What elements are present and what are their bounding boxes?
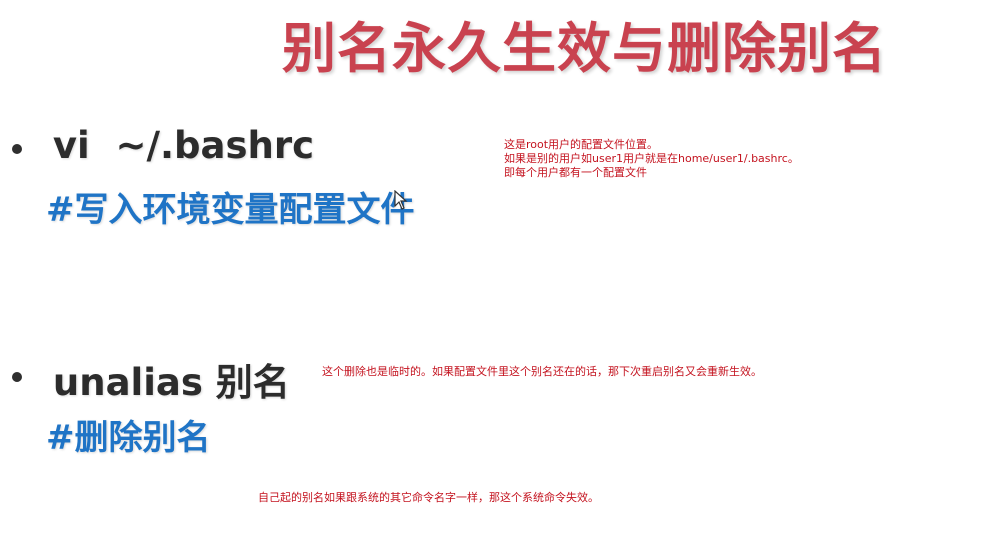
note-root-config-location: 这是root用户的配置文件位置。 bbox=[504, 138, 659, 151]
bullet-1 bbox=[12, 144, 22, 154]
comment-write-env-config: #写入环境变量配置文件 bbox=[46, 190, 415, 230]
note-unalias-temporary: 这个删除也是临时的。如果配置文件里这个别名还在的话，那下次重启别名又会重新生效。 bbox=[322, 365, 762, 378]
bullet-2 bbox=[12, 372, 22, 382]
note-each-user-config: 即每个用户都有一个配置文件 bbox=[504, 166, 647, 179]
slide-title: 别名永久生效与删除别名 bbox=[282, 17, 887, 80]
note-alias-overrides-command: 自己起的别名如果跟系统的其它命令名字一样，那这个系统命令失效。 bbox=[258, 491, 599, 504]
command-unalias: unalias 别名 bbox=[40, 361, 290, 404]
command-vi-bashrc: vi ~/.bashrc bbox=[40, 124, 315, 167]
comment-delete-alias: #删除别名 bbox=[46, 418, 211, 458]
note-other-user-location: 如果是别的用户如user1用户就是在home/user1/.bashrc。 bbox=[504, 152, 799, 165]
mouse-pointer-icon bbox=[394, 190, 408, 210]
